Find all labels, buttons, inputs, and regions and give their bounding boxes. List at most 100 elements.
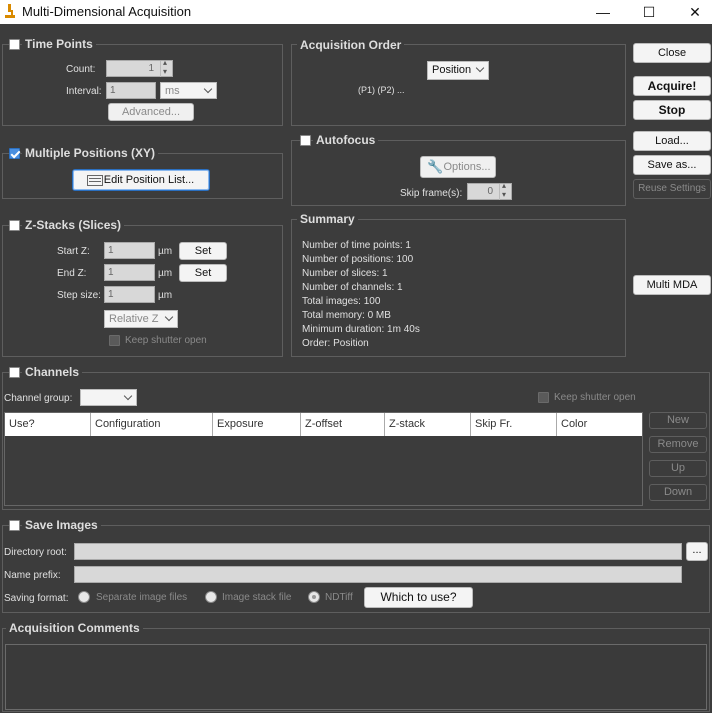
count-spinner-arrows[interactable] bbox=[160, 58, 172, 77]
acquire-button[interactable]: Acquire! bbox=[633, 76, 711, 96]
which-to-use-button[interactable]: Which to use? bbox=[364, 587, 473, 608]
comments-title: Acquisition Comments bbox=[6, 621, 143, 635]
browse-directory-button[interactable]: ... bbox=[686, 542, 708, 561]
z-mode-value: Relative Z bbox=[109, 313, 159, 325]
time-points-title: Time Points bbox=[22, 37, 96, 51]
z-mode-dropdown[interactable]: Relative Z bbox=[104, 310, 178, 328]
interval-label: Interval: bbox=[66, 86, 102, 97]
channel-group-label: Channel group: bbox=[4, 393, 73, 404]
z-keep-shutter-checkbox[interactable] bbox=[109, 335, 120, 346]
stop-button[interactable]: Stop bbox=[633, 100, 711, 120]
load-button[interactable]: Load... bbox=[633, 131, 711, 151]
directory-root-label: Directory root: bbox=[4, 547, 67, 558]
comments-textarea[interactable] bbox=[5, 644, 707, 710]
channel-remove-button[interactable]: Remove bbox=[649, 436, 707, 453]
reuse-settings-button[interactable]: Reuse Settings bbox=[633, 179, 711, 199]
summary-line: Number of channels: 1 bbox=[302, 282, 403, 293]
ndtiff-label: NDTiff bbox=[325, 592, 353, 603]
acquisition-order-sequence: (P1) (P2) ... bbox=[358, 85, 405, 95]
summary-lines: Number of time points: 1 Number of posit… bbox=[302, 239, 420, 351]
zstack-checkbox[interactable] bbox=[9, 220, 20, 231]
image-stack-radio[interactable] bbox=[205, 591, 217, 603]
summary-line: Total images: 100 bbox=[302, 296, 381, 307]
column-header-skip-frames[interactable]: Skip Fr. bbox=[471, 413, 557, 436]
column-header-configuration[interactable]: Configuration bbox=[91, 413, 213, 436]
skip-frames-arrows[interactable] bbox=[499, 181, 511, 200]
column-header-use[interactable]: Use? bbox=[5, 413, 91, 436]
interval-unit-dropdown[interactable]: ms bbox=[160, 82, 217, 99]
chevron-down-icon bbox=[164, 312, 174, 322]
edit-position-list-button[interactable]: Edit Position List... bbox=[72, 169, 210, 191]
summary-title: Summary bbox=[297, 212, 358, 226]
maximize-button[interactable]: ☐ bbox=[636, 2, 662, 22]
count-label: Count: bbox=[66, 64, 96, 75]
multi-mda-button[interactable]: Multi MDA bbox=[633, 275, 711, 295]
acquisition-order-title: Acquisition Order bbox=[297, 38, 405, 52]
channel-down-button[interactable]: Down bbox=[649, 484, 707, 501]
separate-files-label: Separate image files bbox=[96, 592, 188, 603]
separate-files-radio[interactable] bbox=[78, 591, 90, 603]
channels-table[interactable]: Use? Configuration Exposure Z-offset Z-s… bbox=[4, 412, 643, 506]
channels-title: Channels bbox=[22, 365, 83, 379]
column-header-color[interactable]: Color bbox=[557, 413, 642, 436]
chevron-down-icon bbox=[203, 84, 213, 94]
column-header-z-offset[interactable]: Z-offset bbox=[301, 413, 385, 436]
close-button[interactable]: Close bbox=[633, 43, 711, 63]
channels-keep-shutter-checkbox[interactable] bbox=[538, 392, 549, 403]
count-spinner[interactable]: 1 bbox=[106, 58, 173, 77]
step-size-input[interactable]: 1 bbox=[104, 286, 155, 303]
step-size-unit: µm bbox=[158, 290, 173, 301]
name-prefix-input[interactable] bbox=[74, 566, 682, 583]
save-images-checkbox[interactable] bbox=[9, 520, 20, 531]
summary-line: Number of positions: 100 bbox=[302, 254, 414, 265]
summary-line: Minimum duration: 1m 40s bbox=[302, 324, 420, 335]
autofocus-title: Autofocus bbox=[313, 133, 379, 147]
zstack-title: Z-Stacks (Slices) bbox=[22, 218, 125, 232]
edit-position-list-label: Edit Position List... bbox=[103, 174, 195, 186]
column-header-exposure[interactable]: Exposure bbox=[213, 413, 301, 436]
set-end-z-button[interactable]: Set bbox=[179, 264, 227, 282]
count-value: 1 bbox=[148, 63, 154, 74]
end-z-unit: µm bbox=[158, 268, 173, 279]
acquisition-order-panel bbox=[291, 44, 626, 126]
autofocus-checkbox[interactable] bbox=[300, 135, 311, 146]
start-z-input[interactable]: 1 bbox=[104, 242, 155, 259]
directory-root-input[interactable] bbox=[74, 543, 682, 560]
skip-frames-value: 0 bbox=[487, 186, 493, 197]
summary-line: Order: Position bbox=[302, 338, 369, 349]
acquisition-order-dropdown[interactable]: Position bbox=[427, 61, 489, 80]
chevron-down-icon bbox=[475, 63, 485, 73]
z-keep-shutter-label: Keep shutter open bbox=[125, 335, 207, 346]
channel-group-dropdown[interactable] bbox=[80, 389, 137, 406]
summary-line: Total memory: 0 MB bbox=[302, 310, 391, 321]
channel-new-button[interactable]: New bbox=[649, 412, 707, 429]
name-prefix-label: Name prefix: bbox=[4, 570, 61, 581]
microscope-icon bbox=[5, 4, 15, 18]
column-header-z-stack[interactable]: Z-stack bbox=[385, 413, 471, 436]
autofocus-options-button[interactable]: 🔧 Options... bbox=[420, 156, 496, 178]
positions-checkbox[interactable] bbox=[9, 148, 20, 159]
set-start-z-button[interactable]: Set bbox=[179, 242, 227, 260]
skip-frames-spinner[interactable]: 0 bbox=[467, 181, 512, 200]
start-z-unit: µm bbox=[158, 246, 173, 257]
end-z-input[interactable]: 1 bbox=[104, 264, 155, 281]
interval-input[interactable]: 1 bbox=[106, 82, 156, 99]
advanced-button[interactable]: Advanced... bbox=[108, 103, 194, 121]
save-as-button[interactable]: Save as... bbox=[633, 155, 711, 175]
save-images-title: Save Images bbox=[22, 518, 101, 532]
image-stack-label: Image stack file bbox=[222, 592, 292, 603]
minimize-button[interactable]: — bbox=[590, 2, 616, 22]
channel-up-button[interactable]: Up bbox=[649, 460, 707, 477]
channels-checkbox[interactable] bbox=[9, 367, 20, 378]
close-window-button[interactable]: ✕ bbox=[682, 2, 708, 22]
list-icon bbox=[87, 175, 103, 186]
ndtiff-radio[interactable] bbox=[308, 591, 320, 603]
title-bar: Multi-Dimensional Acquisition — ☐ ✕ bbox=[0, 0, 712, 24]
summary-line: Number of time points: 1 bbox=[302, 240, 411, 251]
start-z-label: Start Z: bbox=[57, 246, 90, 257]
end-z-label: End Z: bbox=[57, 268, 87, 279]
time-points-checkbox[interactable] bbox=[9, 39, 20, 50]
step-size-label: Step size: bbox=[57, 290, 101, 301]
acquisition-order-value: Position bbox=[432, 64, 472, 76]
saving-format-label: Saving format: bbox=[4, 593, 69, 604]
